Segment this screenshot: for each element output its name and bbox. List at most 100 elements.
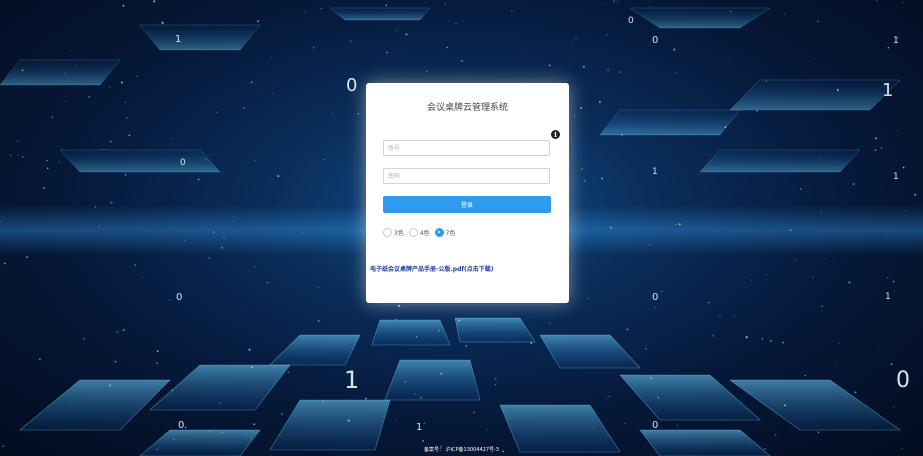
background-speck bbox=[395, 419, 397, 421]
background-speck bbox=[465, 345, 468, 347]
radio-7[interactable] bbox=[434, 227, 444, 237]
background-speck bbox=[755, 109, 759, 113]
background-speck bbox=[673, 48, 676, 51]
background-speck bbox=[650, 377, 653, 380]
background-speck bbox=[494, 384, 496, 386]
background-speck bbox=[248, 348, 251, 351]
background-speck bbox=[254, 266, 256, 268]
background-speck bbox=[819, 156, 821, 158]
background-speck bbox=[221, 432, 223, 434]
background-speck bbox=[774, 434, 777, 436]
background-speck bbox=[324, 159, 326, 161]
background-speck bbox=[9, 154, 12, 156]
background-speck bbox=[852, 183, 855, 185]
background-speck bbox=[655, 306, 657, 308]
background-speck bbox=[782, 341, 784, 344]
background-speck bbox=[161, 21, 164, 24]
background-speck bbox=[486, 429, 488, 431]
background-speck bbox=[876, 344, 878, 346]
background-speck bbox=[766, 273, 768, 275]
background-speck bbox=[458, 319, 461, 322]
background-digit: 0 bbox=[346, 75, 358, 96]
manual-download-link[interactable]: 电子纸会议桌牌产品手册-公版.pdf(点击下载) bbox=[370, 264, 493, 273]
background-speck bbox=[593, 427, 595, 429]
background-speck bbox=[548, 64, 551, 67]
account-input[interactable] bbox=[383, 140, 550, 156]
background-speck bbox=[575, 38, 577, 41]
background-speck bbox=[729, 61, 731, 63]
background-speck bbox=[573, 115, 576, 117]
background-speck bbox=[761, 338, 764, 340]
background-speck bbox=[914, 193, 917, 196]
background-speck bbox=[657, 397, 659, 399]
background-speck bbox=[254, 160, 256, 162]
background-speck bbox=[114, 360, 117, 363]
radio-3[interactable] bbox=[383, 227, 392, 237]
background-speck bbox=[707, 301, 710, 304]
background-speck bbox=[331, 113, 334, 115]
background-speck bbox=[734, 315, 736, 317]
background-speck bbox=[134, 264, 137, 266]
background-speck bbox=[253, 423, 256, 426]
color-option-3[interactable]: 3色 bbox=[383, 227, 404, 237]
background-speck bbox=[548, 322, 551, 324]
background-speck bbox=[886, 277, 889, 279]
background-speck bbox=[347, 419, 350, 422]
background-speck bbox=[426, 70, 428, 73]
background-speck bbox=[893, 406, 895, 408]
background-digit: 0 bbox=[628, 16, 634, 26]
background-speck bbox=[724, 126, 727, 129]
background-speck bbox=[887, 47, 890, 49]
background-speck bbox=[619, 71, 621, 73]
background-speck bbox=[897, 129, 898, 131]
background-speck bbox=[320, 7, 322, 9]
background-speck bbox=[219, 402, 222, 404]
background-speck bbox=[770, 339, 772, 342]
background-speck bbox=[121, 81, 123, 84]
background-speck bbox=[385, 51, 388, 54]
background-digit: 0 bbox=[180, 158, 186, 168]
background-speck bbox=[136, 75, 138, 77]
background-speck bbox=[438, 330, 440, 332]
color-option-label: 7色 bbox=[445, 229, 456, 237]
background-digit: 1 bbox=[175, 34, 182, 45]
background-speck bbox=[892, 280, 895, 283]
background-speck bbox=[405, 33, 408, 36]
background-speck bbox=[848, 281, 851, 284]
background-speck bbox=[571, 64, 573, 66]
background-speck bbox=[444, 3, 446, 5]
background-speck bbox=[899, 80, 901, 82]
background-speck bbox=[838, 343, 840, 344]
login-card: 会议桌牌云管理系统 i 登录 3色 4色 7色 电子纸会议桌牌产品手册-公版.p… bbox=[366, 83, 569, 303]
background-speck bbox=[783, 404, 786, 407]
color-option-4[interactable]: 4色 bbox=[408, 227, 430, 237]
background-speck bbox=[455, 23, 457, 25]
background-speck bbox=[385, 4, 388, 7]
background-speck bbox=[171, 138, 173, 140]
background-speck bbox=[582, 65, 585, 68]
background-speck bbox=[287, 371, 290, 374]
background-speck bbox=[606, 34, 608, 36]
background-speck bbox=[903, 1, 905, 3]
background-speck bbox=[155, 16, 157, 18]
background-speck bbox=[281, 413, 283, 415]
background-speck bbox=[795, 259, 797, 261]
background-speck bbox=[875, 137, 878, 140]
background-speck bbox=[836, 88, 839, 92]
background-digit: 0 bbox=[652, 420, 659, 431]
background-speck bbox=[415, 336, 418, 338]
background-speck bbox=[587, 298, 589, 300]
background-speck bbox=[108, 85, 111, 88]
background-speck bbox=[245, 435, 247, 437]
background-speck bbox=[398, 304, 401, 307]
password-input[interactable] bbox=[383, 168, 550, 184]
background-speck bbox=[804, 374, 806, 377]
background-speck bbox=[266, 281, 269, 284]
info-icon[interactable]: i bbox=[551, 130, 560, 139]
background-speck bbox=[394, 318, 397, 321]
radio-4[interactable] bbox=[408, 227, 418, 237]
background-speck bbox=[21, 69, 24, 72]
login-button[interactable]: 登录 bbox=[383, 196, 551, 213]
color-option-7[interactable]: 7色 bbox=[434, 227, 456, 237]
background-speck bbox=[601, 177, 604, 180]
